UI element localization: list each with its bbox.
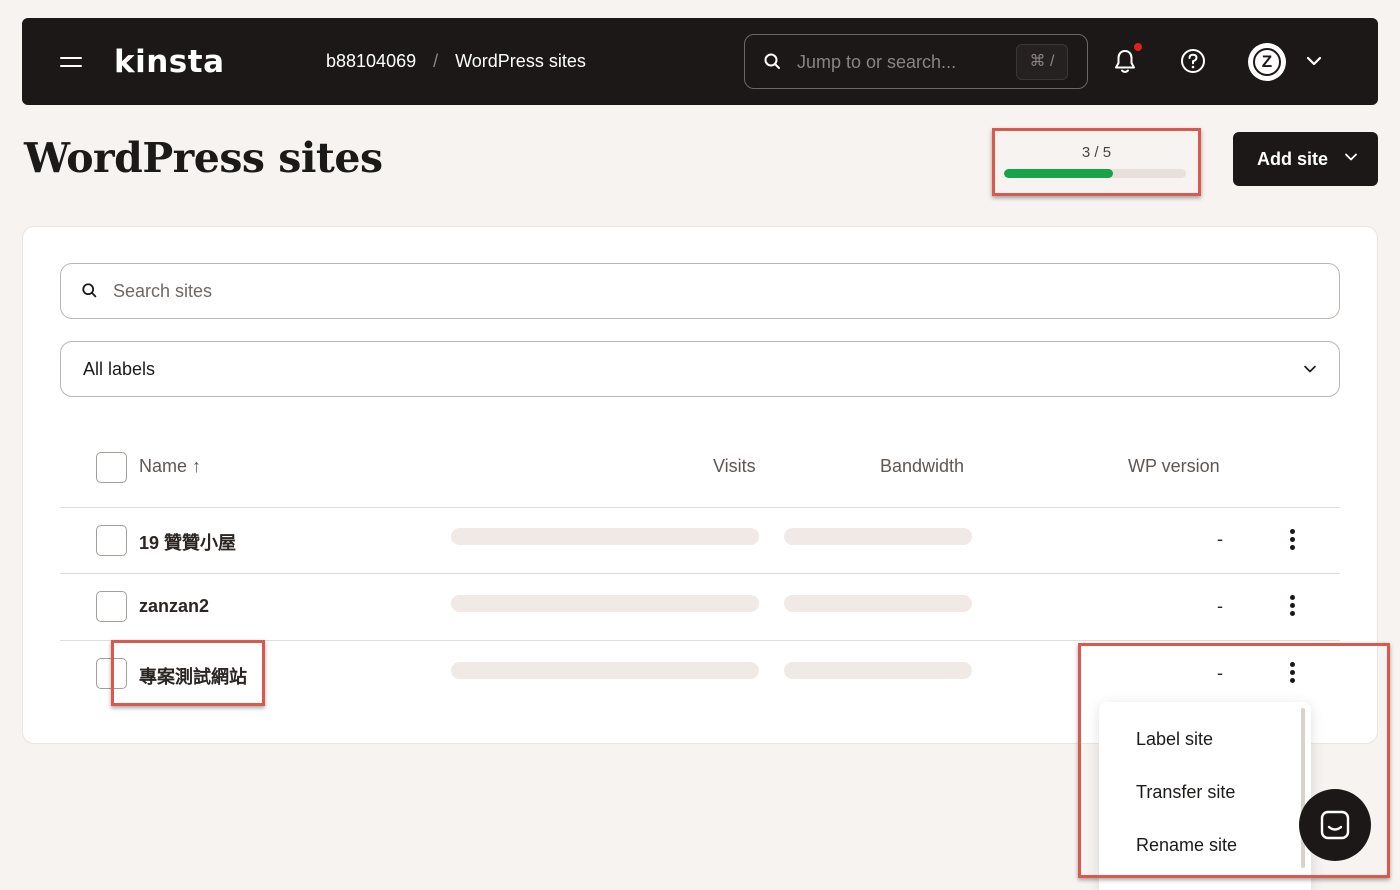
bandwidth-loading-placeholder bbox=[784, 662, 972, 679]
global-search-placeholder: Jump to or search... bbox=[797, 52, 957, 72]
bandwidth-loading-placeholder bbox=[784, 528, 972, 545]
help-button[interactable] bbox=[1180, 48, 1206, 79]
table-divider bbox=[60, 640, 1340, 641]
column-header-visits[interactable]: Visits bbox=[713, 456, 756, 477]
account-menu-toggle[interactable] bbox=[1306, 54, 1322, 72]
select-all-checkbox[interactable] bbox=[96, 452, 127, 483]
table-divider bbox=[60, 573, 1340, 574]
chevron-down-icon bbox=[1345, 153, 1357, 161]
column-header-wp-version[interactable]: WP version bbox=[1128, 456, 1220, 477]
site-usage-track bbox=[1004, 169, 1186, 178]
chevron-down-icon bbox=[1304, 365, 1316, 373]
column-header-bandwidth[interactable]: Bandwidth bbox=[880, 456, 964, 477]
menu-item-label-site[interactable]: Label site bbox=[1136, 729, 1213, 750]
notifications-button[interactable] bbox=[1114, 43, 1142, 80]
top-nav-bar: kinsta b88104069 / WordPress sites Jump to… bbox=[22, 18, 1378, 105]
column-header-name[interactable]: Name ↑ bbox=[139, 456, 201, 477]
row-checkbox[interactable] bbox=[96, 591, 127, 622]
chat-icon bbox=[1320, 810, 1350, 840]
notification-dot bbox=[1134, 43, 1142, 51]
site-name[interactable]: 19 贊贊小屋 bbox=[139, 529, 236, 555]
wp-version-value: - bbox=[1217, 663, 1223, 683]
breadcrumb-current: WordPress sites bbox=[455, 51, 586, 71]
more-options-icon[interactable] bbox=[1290, 662, 1296, 684]
kinsta-logo[interactable]: kinsta bbox=[114, 44, 225, 80]
breadcrumb: b88104069 / WordPress sites bbox=[326, 51, 586, 72]
add-site-label: Add site bbox=[1257, 148, 1329, 169]
wp-version-value: - bbox=[1217, 596, 1223, 616]
chevron-down-icon bbox=[1306, 56, 1322, 66]
search-icon bbox=[82, 283, 97, 298]
visits-loading-placeholder bbox=[451, 528, 759, 545]
row-checkbox[interactable] bbox=[96, 658, 127, 689]
menu-icon[interactable] bbox=[60, 54, 82, 70]
site-actions-menu: Label site Transfer site Rename site bbox=[1099, 702, 1311, 890]
visits-loading-placeholder bbox=[451, 595, 759, 612]
breadcrumb-separator: / bbox=[433, 51, 439, 71]
bell-icon bbox=[1115, 50, 1135, 73]
labels-filter-select[interactable]: All labels bbox=[60, 341, 1340, 397]
menu-item-rename-site[interactable]: Rename site bbox=[1136, 835, 1237, 856]
search-sites-input[interactable]: Search sites bbox=[60, 263, 1340, 319]
add-site-button[interactable]: Add site bbox=[1233, 132, 1378, 186]
search-sites-placeholder: Search sites bbox=[113, 281, 213, 301]
visits-loading-placeholder bbox=[451, 662, 759, 679]
labels-filter-value: All labels bbox=[83, 359, 156, 379]
page-title: WordPress sites bbox=[24, 134, 383, 182]
avatar-initial: Z bbox=[1253, 48, 1281, 76]
search-shortcut-badge: ⌘ / bbox=[1016, 44, 1068, 80]
search-icon bbox=[764, 53, 780, 69]
menu-item-transfer-site[interactable]: Transfer site bbox=[1136, 782, 1235, 803]
chat-launcher-button[interactable] bbox=[1299, 789, 1371, 861]
site-usage-label: 3 / 5 bbox=[1081, 144, 1112, 161]
wp-version-value: - bbox=[1217, 529, 1223, 549]
breadcrumb-account[interactable]: b88104069 bbox=[326, 51, 416, 71]
site-usage-meter: 3 / 5 bbox=[992, 128, 1201, 196]
help-icon bbox=[1181, 49, 1205, 73]
more-options-icon[interactable] bbox=[1290, 529, 1296, 551]
global-search-input[interactable]: Jump to or search... ⌘ / bbox=[744, 34, 1088, 89]
more-options-icon[interactable] bbox=[1290, 595, 1296, 617]
avatar[interactable]: Z bbox=[1248, 43, 1286, 81]
site-usage-fill bbox=[1004, 169, 1114, 178]
row-checkbox[interactable] bbox=[96, 525, 127, 556]
site-name[interactable]: 專案測試網站 bbox=[139, 663, 247, 689]
table-divider bbox=[60, 507, 1340, 508]
sites-card: Search sites All labels Name ↑ Visits Ba… bbox=[22, 226, 1378, 744]
site-name[interactable]: zanzan2 bbox=[139, 596, 209, 617]
bandwidth-loading-placeholder bbox=[784, 595, 972, 612]
